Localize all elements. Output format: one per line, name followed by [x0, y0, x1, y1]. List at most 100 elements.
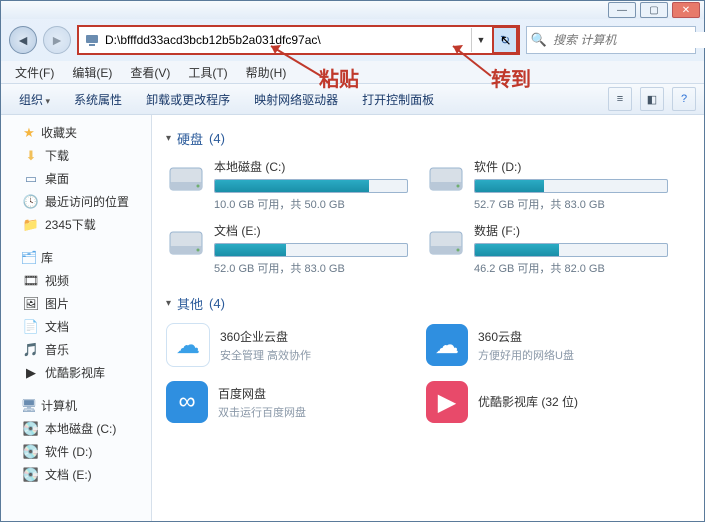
computer-icon: 🖥 — [21, 398, 37, 414]
app-name: 360云盘 — [478, 328, 574, 345]
other-item[interactable]: ∞ 百度网盘双击运行百度网盘 — [166, 381, 406, 423]
help-button[interactable]: ? — [672, 87, 696, 111]
chevron-down-icon: ▾ — [166, 298, 171, 309]
minimize-button[interactable]: — — [608, 2, 636, 18]
navigation-pane[interactable]: ★ 收藏夹 ⬇下载 ▭桌面 🕓最近访问的位置 📁2345下载 🗂 库 🎞 视频 🖼… — [1, 115, 152, 521]
drive-item[interactable]: 软件 (D:) 52.7 GB 可用，共 83.0 GB — [426, 158, 666, 212]
sidebar-item-label: 文档 (E:) — [45, 466, 92, 483]
drive-space-text: 52.7 GB 可用，共 83.0 GB — [474, 196, 666, 212]
address-input[interactable] — [105, 29, 471, 51]
sidebar-item-label: 最近访问的位置 — [45, 193, 129, 210]
drive-name: 文档 (E:) — [214, 222, 406, 239]
preview-pane-button[interactable]: ◧ — [640, 87, 664, 111]
section-other-header[interactable]: ▾ 其他 (4) — [166, 294, 690, 313]
sidebar-item-label: 本地磁盘 (C:) — [45, 420, 116, 437]
sidebar-item-music[interactable]: 🎵 音乐 — [1, 338, 151, 361]
uninstall-programs-button[interactable]: 卸载或更改程序 — [136, 87, 240, 112]
open-control-panel-button[interactable]: 打开控制面板 — [352, 87, 444, 112]
drive-name: 数据 (F:) — [474, 222, 666, 239]
section-drives-header[interactable]: ▾ 硬盘 (4) — [166, 129, 690, 148]
menu-view[interactable]: 查看(V) — [122, 62, 178, 83]
nav-back-button[interactable]: ◄ — [9, 26, 37, 54]
other-item[interactable]: ☁360云盘方便好用的网络U盘 — [426, 323, 666, 367]
sidebar-item-pictures[interactable]: 🖼图片 — [1, 292, 151, 315]
menu-file[interactable]: 文件(F) — [7, 62, 62, 83]
others-list: ☁360企业云盘安全管理 高效协作☁360云盘方便好用的网络U盘∞百度网盘双击运… — [166, 323, 690, 423]
map-network-drive-button[interactable]: 映射网络驱动器 — [244, 87, 348, 112]
app-icon: ▶ — [426, 381, 468, 423]
app-name: 百度网盘 — [218, 385, 306, 402]
app-desc: 安全管理 高效协作 — [220, 347, 311, 363]
app-icon: ∞ — [166, 381, 208, 423]
youku-icon: ▶ — [23, 365, 39, 381]
drive-item[interactable]: 数据 (F:) 46.2 GB 可用，共 82.0 GB — [426, 222, 666, 276]
document-icon: 📄 — [23, 319, 39, 335]
address-dropdown-button[interactable]: ▼ — [471, 28, 490, 52]
computer-icon — [83, 31, 101, 49]
desktop-icon: ▭ — [23, 171, 39, 187]
app-desc: 双击运行百度网盘 — [218, 404, 306, 420]
sidebar-computer-header[interactable]: 🖥 计算机 — [1, 394, 151, 417]
sidebar-item-label: 图片 — [45, 295, 69, 312]
sidebar-libraries-header[interactable]: 🗂 库 — [1, 246, 151, 269]
content-pane: ▾ 硬盘 (4) 本地磁盘 (C:)10.0 GB 可用，共 50.0 GB 软件… — [152, 115, 704, 521]
sidebar-item-drive-e[interactable]: 💽 文档 (E:) — [1, 463, 151, 486]
sidebar-item-drive-c[interactable]: 💽 本地磁盘 (C:) — [1, 417, 151, 440]
command-bar: 组织 系统属性 卸载或更改程序 映射网络驱动器 打开控制面板 ≡ ◧ ? — [1, 84, 704, 115]
address-bar[interactable]: ▼ ↻ ↖ — [77, 25, 520, 55]
sidebar-favorites-header[interactable]: ★ 收藏夹 — [1, 121, 151, 144]
search-box[interactable]: 🔍 — [526, 26, 696, 54]
video-icon: 🎞 — [23, 273, 39, 289]
maximize-button[interactable]: ▢ — [640, 2, 668, 18]
sidebar-item-2345[interactable]: 📁2345下载 — [1, 213, 151, 236]
chevron-down-icon: ▾ — [166, 133, 171, 144]
search-input[interactable] — [551, 32, 705, 48]
section-other-count: (4) — [209, 296, 225, 311]
section-drives-count: (4) — [209, 131, 225, 146]
other-item[interactable]: ▶ 优酷影视库 (32 位) — [426, 381, 666, 423]
address-bar-row: ◄ ► ▼ ↻ ↖ 🔍 — [1, 19, 704, 61]
drive-icon — [426, 222, 466, 262]
drive-usage-bar — [474, 179, 668, 193]
explorer-window: — ▢ ✕ ◄ ► ▼ ↻ ↖ 🔍 文件(F) 编辑(E) 查看(V) 工具(T… — [0, 0, 705, 522]
app-desc: 方便好用的网络U盘 — [478, 347, 574, 363]
drive-name: 软件 (D:) — [474, 158, 666, 175]
drive-item[interactable]: 文档 (E:)52.0 GB 可用，共 83.0 GB — [166, 222, 406, 276]
system-properties-button[interactable]: 系统属性 — [64, 87, 132, 112]
sidebar-item-drive-d[interactable]: 💽软件 (D:) — [1, 440, 151, 463]
section-other-label: 其他 — [177, 294, 203, 313]
sidebar-item-recent[interactable]: 🕓最近访问的位置 — [1, 190, 151, 213]
sidebar-item-videos[interactable]: 🎞 视频 — [1, 269, 151, 292]
sidebar-item-label: 音乐 — [45, 341, 69, 358]
sidebar-item-youku[interactable]: ▶优酷影视库 — [1, 361, 151, 384]
drive-item[interactable]: 本地磁盘 (C:)10.0 GB 可用，共 50.0 GB — [166, 158, 406, 212]
sidebar-item-documents[interactable]: 📄 文档 — [1, 315, 151, 338]
nav-forward-button[interactable]: ► — [43, 26, 71, 54]
drive-space-text: 46.2 GB 可用，共 82.0 GB — [474, 260, 666, 276]
drive-icon: 💽 — [23, 444, 39, 460]
drive-icon: 💽 — [23, 467, 39, 483]
sidebar-libraries-group: 🗂 库 🎞 视频 🖼图片 📄 文档 🎵 音乐 ▶优酷影视库 — [1, 246, 151, 384]
view-mode-button[interactable]: ≡ — [608, 87, 632, 111]
sidebar-item-downloads[interactable]: ⬇下载 — [1, 144, 151, 167]
menu-tools[interactable]: 工具(T) — [180, 62, 235, 83]
drive-name: 本地磁盘 (C:) — [214, 158, 406, 175]
sidebar-item-desktop[interactable]: ▭桌面 — [1, 167, 151, 190]
organize-button[interactable]: 组织 — [9, 87, 60, 112]
search-icon: 🔍 — [531, 32, 547, 48]
download-icon: ⬇ — [23, 148, 39, 164]
drives-list: 本地磁盘 (C:)10.0 GB 可用，共 50.0 GB 软件 (D:) 52.7… — [166, 158, 690, 276]
folder-icon: 📁 — [23, 217, 39, 233]
sidebar-libraries-label: 库 — [41, 249, 53, 266]
menu-help[interactable]: 帮助(H) — [238, 62, 295, 83]
sidebar-item-label: 视频 — [45, 272, 69, 289]
sidebar-item-label: 文档 — [45, 318, 69, 335]
music-icon: 🎵 — [23, 342, 39, 358]
drive-icon: 💽 — [23, 421, 39, 437]
go-button[interactable]: ↻ ↖ — [492, 26, 518, 54]
other-item[interactable]: ☁360企业云盘安全管理 高效协作 — [166, 323, 406, 367]
drive-usage-bar — [214, 179, 408, 193]
close-button[interactable]: ✕ — [672, 2, 700, 18]
menu-edit[interactable]: 编辑(E) — [64, 62, 120, 83]
app-name: 优酷影视库 (32 位) — [478, 393, 578, 410]
